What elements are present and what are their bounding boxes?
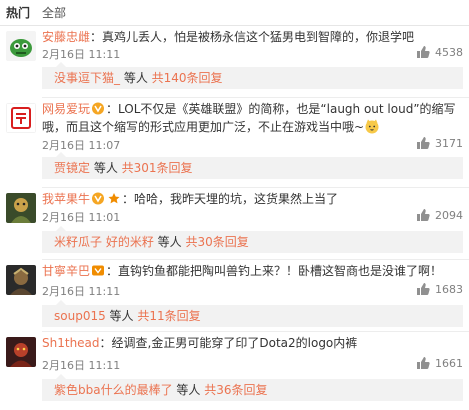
tab-hot[interactable]: 热门 bbox=[6, 4, 30, 21]
separator: ： bbox=[90, 30, 103, 44]
red-hero-avatar-icon bbox=[6, 337, 36, 367]
comment-text: 直钩钓鱼都能把陶叫兽钓上来？！卧槽这智商也是没谁了啊！ bbox=[118, 264, 443, 278]
comment-time: 2月16日 11:01 bbox=[42, 211, 121, 224]
separator: ： bbox=[106, 102, 119, 116]
separator: ： bbox=[106, 264, 119, 278]
cat-emoji-icon bbox=[365, 119, 379, 134]
comment-item: 网易爱玩 ：LOL不仅是《英雄联盟》的简称，也是“laugh out loud”的… bbox=[0, 98, 469, 188]
avatar[interactable] bbox=[6, 337, 36, 367]
comment-item: 甘寧辛巴 ：直钩钓鱼都能把陶叫兽钓上来？！卧槽这智商也是没谁了啊！ 2月16日 1… bbox=[0, 260, 469, 332]
comment-text: 经调查,金正男可能穿了印了Dota2的logo内裤 bbox=[111, 336, 358, 350]
comment-meta: 2月16日 11:11 1683 bbox=[42, 282, 463, 299]
reply-mid-text: 等人 bbox=[105, 309, 138, 323]
comment-text: 真鸡儿丢人，怕是被杨永信这个猛男电到智障的，你退学吧 bbox=[102, 30, 415, 44]
comment-username[interactable]: Sh1thead bbox=[42, 336, 100, 350]
like-count: 4538 bbox=[435, 45, 463, 59]
reply-count-link[interactable]: 共11条回复 bbox=[137, 309, 200, 323]
reply-mid-text: 等人 bbox=[153, 235, 186, 249]
like-count: 1683 bbox=[435, 282, 463, 296]
thumbs-up-icon bbox=[417, 137, 430, 149]
comment-username[interactable]: 网易爱玩 bbox=[42, 102, 90, 116]
comment-text-line: 网易爱玩 ：LOL不仅是《英雄联盟》的简称，也是“laugh out loud”的… bbox=[42, 101, 463, 136]
reply-username[interactable]: soup015 bbox=[54, 309, 106, 323]
comment-text-line: 安藤忠雌：真鸡儿丢人，怕是被杨永信这个猛男电到智障的，你退学吧 bbox=[42, 29, 463, 45]
comment-tabs: 热门 全部 bbox=[0, 0, 469, 26]
comment-time: 2月16日 11:11 bbox=[42, 285, 121, 298]
thumbs-up-icon bbox=[417, 357, 430, 369]
member-badge-icon bbox=[92, 265, 105, 276]
like-button[interactable]: 1683 bbox=[416, 282, 463, 296]
comment-meta: 2月16日 11:11 1661 bbox=[42, 356, 463, 373]
reply-count-link[interactable]: 共140条回复 bbox=[152, 71, 223, 85]
reply-username[interactable]: 紫色bba什么的最棒了 bbox=[54, 383, 173, 397]
reply-summary[interactable]: 紫色bba什么的最棒了 等人 共36条回复 bbox=[42, 374, 463, 401]
like-button[interactable]: 4538 bbox=[416, 45, 463, 59]
comment-username[interactable]: 甘寧辛巴 bbox=[42, 264, 90, 278]
game-character-avatar-icon bbox=[6, 193, 36, 223]
reply-mid-text: 等人 bbox=[120, 71, 152, 85]
reply-summary[interactable]: 贾镜定 等人 共301条回复 bbox=[42, 152, 463, 179]
comment-time: 2月16日 11:11 bbox=[42, 359, 121, 372]
member-badge-icon bbox=[108, 193, 120, 204]
separator: ： bbox=[122, 192, 135, 206]
comment-item: 我苹果牛 ：哈哈，我昨天埋的坑，这货果然上当了 2月16日 11:01 2094 … bbox=[0, 188, 469, 260]
comment-meta: 2月16日 11:01 2094 bbox=[42, 208, 463, 225]
comment-text-line: 甘寧辛巴 ：直钩钓鱼都能把陶叫兽钓上来？！卧槽这智商也是没谁了啊！ bbox=[42, 263, 463, 279]
comment-text: 哈哈，我昨天埋的坑，这货果然上当了 bbox=[134, 192, 339, 206]
avatar[interactable] bbox=[6, 193, 36, 223]
netease-play-logo-icon bbox=[6, 103, 36, 133]
reply-username[interactable]: 米籽瓜子 好的米籽 bbox=[54, 235, 154, 249]
reply-mid-text: 等人 bbox=[172, 383, 205, 397]
comment-time: 2月16日 11:07 bbox=[42, 139, 121, 152]
like-button[interactable]: 3171 bbox=[416, 136, 463, 150]
reply-count-link[interactable]: 共30条回复 bbox=[185, 235, 248, 249]
thumbs-up-icon bbox=[417, 283, 430, 295]
reply-mid-text: 等人 bbox=[90, 161, 122, 175]
reply-username[interactable]: 贾镜定 bbox=[54, 161, 90, 175]
reply-count-link[interactable]: 共36条回复 bbox=[204, 383, 267, 397]
avatar[interactable] bbox=[6, 103, 36, 133]
comment-meta: 2月16日 11:07 3171 bbox=[42, 136, 463, 153]
reply-username[interactable]: 没事逗下猫_ bbox=[54, 71, 120, 85]
comment-text-line: Sh1thead：经调查,金正男可能穿了印了Dota2的logo内裤 bbox=[42, 335, 463, 351]
comment-item: 安藤忠雌：真鸡儿丢人，怕是被杨永信这个猛男电到智障的，你退学吧 2月16日 11… bbox=[0, 26, 469, 98]
comment-time: 2月16日 11:11 bbox=[42, 48, 121, 61]
like-button[interactable]: 1661 bbox=[416, 356, 463, 370]
comment-username[interactable]: 安藤忠雌 bbox=[42, 30, 90, 44]
reply-count-link[interactable]: 共301条回复 bbox=[122, 161, 193, 175]
comment-meta: 2月16日 11:11 4538 bbox=[42, 45, 463, 62]
like-count: 1661 bbox=[435, 356, 463, 370]
separator: ： bbox=[99, 336, 112, 350]
like-button[interactable]: 2094 bbox=[416, 208, 463, 222]
avatar[interactable] bbox=[6, 31, 36, 61]
dark-warrior-avatar-icon bbox=[6, 265, 36, 295]
verified-v-icon bbox=[92, 102, 105, 115]
like-count: 3171 bbox=[435, 136, 463, 150]
avatar[interactable] bbox=[6, 265, 36, 295]
green-robot-avatar-icon bbox=[6, 31, 36, 61]
tab-all[interactable]: 全部 bbox=[42, 4, 66, 21]
reply-summary[interactable]: soup015 等人 共11条回复 bbox=[42, 300, 463, 327]
thumbs-up-icon bbox=[417, 209, 430, 221]
comment-item: Sh1thead：经调查,金正男可能穿了印了Dota2的logo内裤 2月16日… bbox=[0, 332, 469, 410]
verified-v-icon bbox=[92, 192, 105, 205]
thumbs-up-icon bbox=[417, 46, 430, 58]
reply-summary[interactable]: 没事逗下猫_ 等人 共140条回复 bbox=[42, 62, 463, 89]
reply-summary[interactable]: 米籽瓜子 好的米籽 等人 共30条回复 bbox=[42, 226, 463, 253]
like-count: 2094 bbox=[435, 208, 463, 222]
comment-text-line: 我苹果牛 ：哈哈，我昨天埋的坑，这货果然上当了 bbox=[42, 191, 463, 207]
comment-username[interactable]: 我苹果牛 bbox=[42, 192, 90, 206]
